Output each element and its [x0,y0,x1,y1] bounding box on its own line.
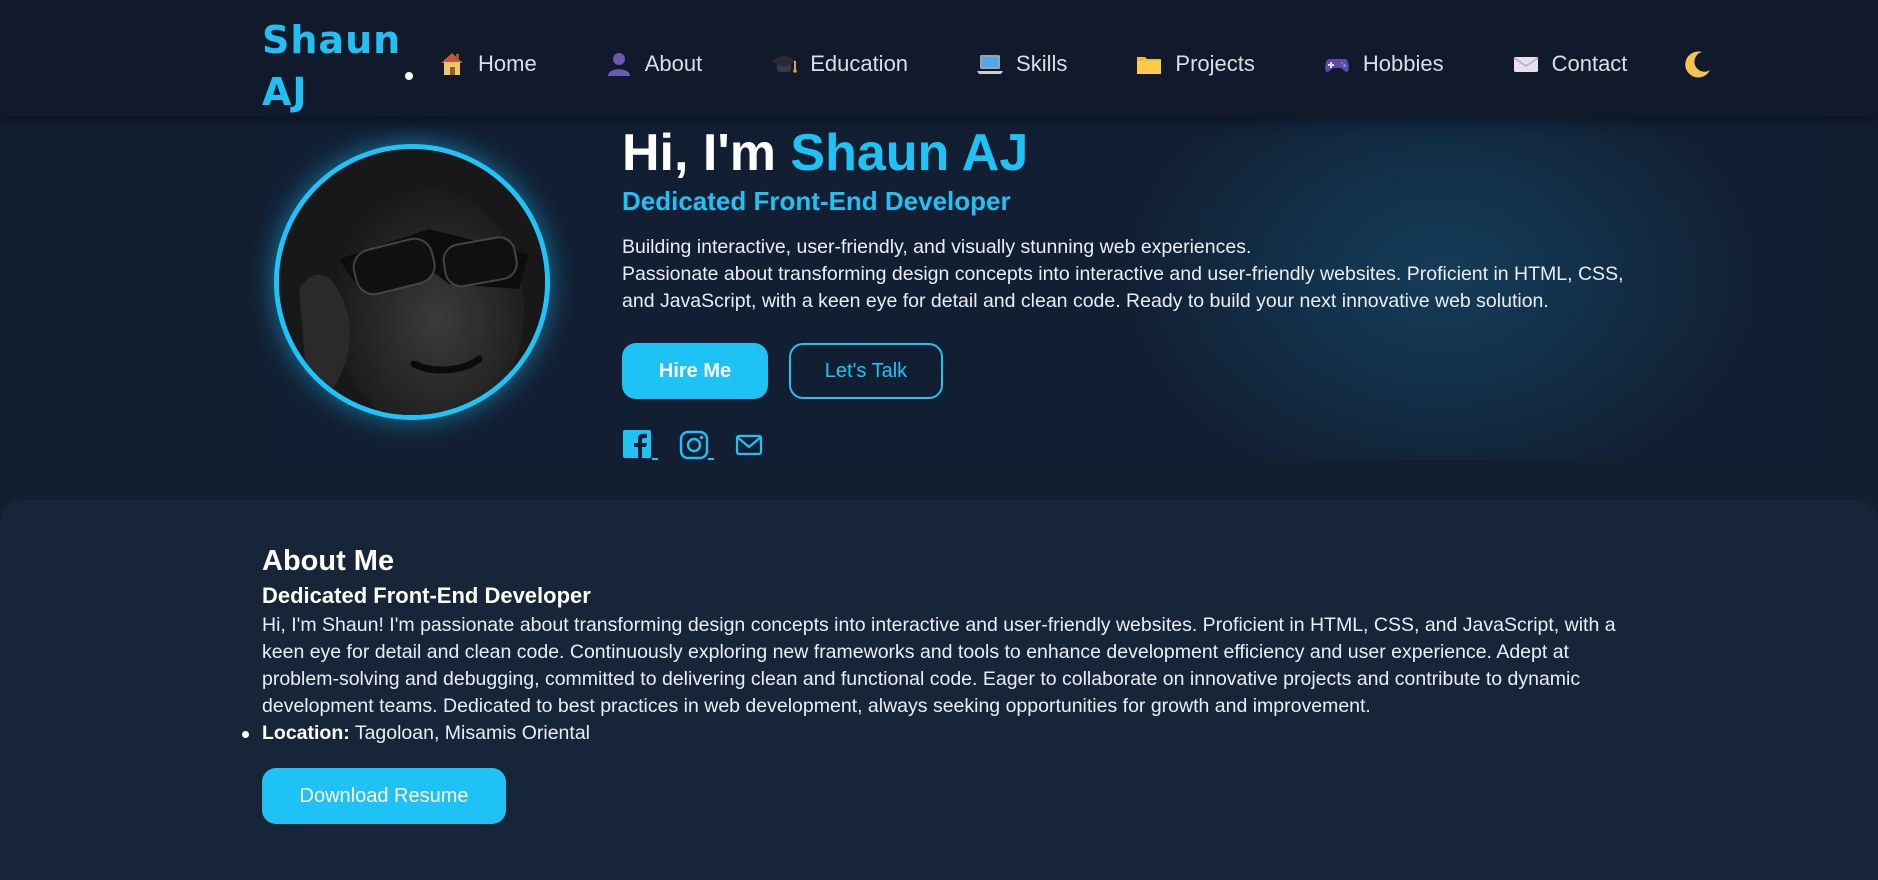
about-paragraph: Hi, I'm Shaun! I'm passionate about tran… [262,614,1616,717]
location-item: Location: Tagoloan, Misamis Oriental [242,720,590,747]
about-heading: About Me [262,545,395,577]
lets-talk-button[interactable]: Let's Talk [789,343,943,399]
gamepad-icon [1323,50,1351,78]
folder-icon [1135,50,1163,78]
profile-avatar [274,144,550,420]
nav-item-about[interactable]: About [605,50,703,78]
social-links [622,428,770,462]
logo-dot [405,72,413,80]
nav-item-skills[interactable]: Skills [976,50,1067,78]
nav-item-projects[interactable]: Projects [1135,50,1255,78]
nav-label-about: About [644,51,703,76]
laptop-icon [976,50,1004,78]
nav-label-projects: Projects [1175,51,1255,76]
download-resume-button[interactable]: Download Resume [262,768,506,824]
nav-label-home: Home [478,51,537,76]
hire-me-button[interactable]: Hire Me [622,343,768,399]
nav-links: Home About Education Skills Projects Hob… [438,46,1695,82]
nav-item-contact[interactable]: Contact [1512,50,1628,78]
nav-label-education: Education [810,51,909,76]
navbar: Shaun AJ Home About Education Skills Pro… [0,0,1878,116]
nav-label-hobbies: Hobbies [1362,51,1444,76]
location-value: Tagoloan, Misamis Oriental [349,722,590,744]
hero-name: Shaun AJ [790,124,1029,182]
nav-label-skills: Skills [1016,51,1068,76]
site-logo[interactable]: Shaun AJ [262,14,400,118]
nav-item-hobbies[interactable]: Hobbies [1323,50,1444,78]
hero-description: Passionate about transforming design con… [622,263,1624,312]
about-subheading: Dedicated Front-End Developer [262,583,591,608]
instagram-icon[interactable] [678,428,714,462]
nav-item-home[interactable]: Home [438,50,537,78]
location-label: Location: [262,722,350,744]
hero-tagline: Building interactive, user-friendly, and… [622,236,1252,258]
graduation-cap-icon [770,50,798,78]
nav-item-education[interactable]: Education [770,50,908,78]
moon-icon[interactable] [1682,48,1714,80]
email-icon[interactable] [734,428,770,462]
hero-subtitle: Dedicated Front-End Developer [622,186,1011,216]
envelope-icon [1512,50,1540,78]
nav-label-contact: Contact [1551,51,1628,76]
hero-title: Hi, I'm Shaun AJ [622,122,1028,184]
about-details-list: Location: Tagoloan, Misamis Oriental [242,720,590,747]
house-icon [438,50,466,78]
facebook-icon[interactable] [622,428,658,462]
hero-greeting: Hi, I'm [622,124,791,182]
user-icon [605,50,633,78]
